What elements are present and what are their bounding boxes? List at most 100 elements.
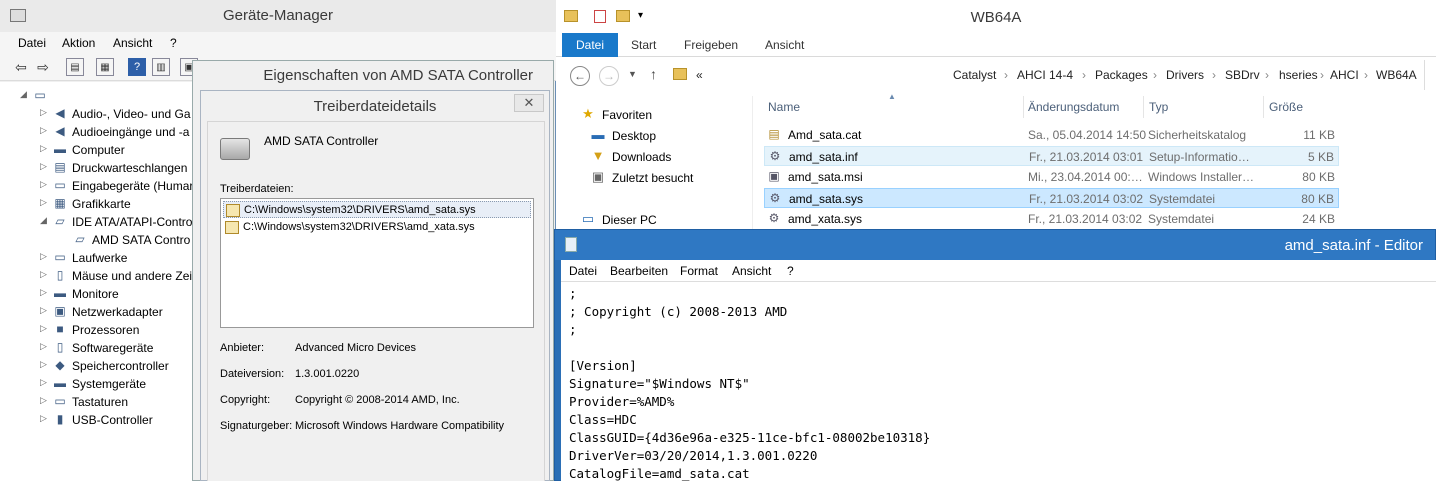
- tab-datei[interactable]: Datei: [562, 33, 619, 57]
- tree-root[interactable]: ◢ ▭: [20, 87, 60, 105]
- driver-files-list[interactable]: C:\Windows\system32\DRIVERS\amd_sata.sys…: [220, 198, 534, 328]
- file-row[interactable]: ▤ Amd_sata.cat Sa., 05.04.2014 14:50 Sic…: [764, 125, 1339, 145]
- breadcrumb-sbdrv[interactable]: SBDrv: [1225, 68, 1260, 82]
- keyboard-icon: ▭: [54, 178, 66, 192]
- tree-item[interactable]: ▷ ▬ Computer: [40, 141, 195, 159]
- notepad-text-area[interactable]: ; ; Copyright (c) 2008-2013 AMD ; [Versi…: [561, 282, 1436, 481]
- forward-arrow-icon[interactable]: ⇨: [34, 58, 52, 76]
- text-line: Class=HDC: [569, 412, 637, 427]
- tree-item[interactable]: ▷ ▭ Eingabegeräte (Humar: [40, 177, 195, 195]
- tree-item[interactable]: ▷ ◀ Audioeingänge und -a: [40, 123, 195, 141]
- monitor-icon: ▬: [54, 286, 66, 300]
- tree-item-label: Eingabegeräte (Humar: [72, 179, 194, 193]
- close-button[interactable]: ✕: [514, 94, 544, 112]
- tree-item[interactable]: ▷ ▭ Tastaturen: [40, 393, 195, 411]
- expand-arrow-icon[interactable]: ▷: [40, 287, 50, 298]
- collapse-arrow-icon[interactable]: ◢: [20, 89, 30, 100]
- back-arrow-icon[interactable]: ⇦: [12, 58, 30, 76]
- text-line: ;: [569, 322, 577, 337]
- tree-view-icon[interactable]: ▤: [66, 58, 84, 76]
- expand-arrow-icon[interactable]: ▷: [40, 305, 50, 316]
- tree-item[interactable]: ▷ ◆ Speichercontroller: [40, 357, 195, 375]
- expand-arrow-icon[interactable]: ▷: [40, 413, 50, 424]
- menu-datei[interactable]: Datei: [569, 264, 597, 278]
- properties-icon[interactable]: ▦: [96, 58, 114, 76]
- menu-help[interactable]: ?: [170, 36, 177, 50]
- network-icon: ▣: [54, 304, 66, 318]
- tree-item[interactable]: ▷ ▭ Laufwerke: [40, 249, 195, 267]
- help-icon[interactable]: ?: [128, 58, 146, 76]
- back-icon[interactable]: ←: [570, 66, 590, 86]
- properties-dialog-title: Eigenschaften von AMD SATA Controller: [263, 67, 533, 84]
- tree-item[interactable]: ▷ ▬ Systemgeräte: [40, 375, 195, 393]
- menu-ansicht[interactable]: Ansicht: [732, 264, 771, 278]
- collapse-arrow-icon[interactable]: ◢: [40, 215, 50, 226]
- ribbon-tabs: Datei Start Freigeben Ansicht: [556, 33, 1436, 57]
- expand-arrow-icon[interactable]: ▷: [40, 269, 50, 280]
- column-size[interactable]: Größe: [1269, 100, 1303, 114]
- tree-item[interactable]: ◢ ▱ IDE ATA/ATAPI-Contro: [40, 213, 195, 231]
- signer-label: Signaturgeber:: [220, 420, 293, 432]
- expand-arrow-icon[interactable]: ▷: [40, 359, 50, 370]
- up-arrow-icon[interactable]: ↑: [650, 66, 657, 82]
- tree-item[interactable]: ▷ ▦ Grafikkarte: [40, 195, 195, 213]
- menu-ansicht[interactable]: Ansicht: [113, 36, 152, 50]
- expand-arrow-icon[interactable]: ▷: [40, 161, 50, 172]
- breadcrumb-drivers[interactable]: Drivers: [1166, 68, 1204, 82]
- menu-aktion[interactable]: Aktion: [62, 36, 95, 50]
- tree-item[interactable]: ▷ ▮ USB-Controller: [40, 411, 195, 429]
- expand-arrow-icon[interactable]: ▷: [40, 377, 50, 388]
- file-row[interactable]: ▣ amd_sata.msi Mi., 23.04.2014 00:… Wind…: [764, 167, 1339, 187]
- file-version-value: 1.3.001.0220: [295, 368, 360, 380]
- breadcrumb-ahci-14-4[interactable]: AHCI 14-4: [1017, 68, 1073, 82]
- column-type[interactable]: Typ: [1149, 100, 1168, 114]
- file-row[interactable]: ⚙ amd_sata.inf Fr., 21.03.2014 03:01 Set…: [764, 146, 1339, 166]
- tree-item[interactable]: ▱ AMD SATA Contro: [60, 231, 195, 249]
- breadcrumb-packages[interactable]: Packages: [1095, 68, 1148, 82]
- file-row[interactable]: ⚙ amd_sata.sys Fr., 21.03.2014 03:02 Sys…: [764, 188, 1339, 208]
- software-device-icon: ▯: [56, 340, 64, 354]
- tree-item[interactable]: ▷ ▤ Druckwarteschlangen: [40, 159, 195, 177]
- tree-item[interactable]: ▷ ▣ Netzwerkadapter: [40, 303, 195, 321]
- expand-arrow-icon[interactable]: ▷: [40, 179, 50, 190]
- tab-freigeben[interactable]: Freigeben: [684, 33, 738, 57]
- tab-ansicht[interactable]: Ansicht: [765, 33, 804, 57]
- column-date[interactable]: Änderungsdatum: [1028, 100, 1119, 114]
- tree-item[interactable]: ▷ ▯ Softwaregeräte: [40, 339, 195, 357]
- expand-arrow-icon[interactable]: ▷: [40, 341, 50, 352]
- tree-item[interactable]: ▷ ▬ Monitore: [40, 285, 195, 303]
- tree-item[interactable]: ▷ ◀ Audio-, Video- und Ga: [40, 105, 195, 123]
- column-name[interactable]: Name: [768, 100, 800, 114]
- expand-arrow-icon[interactable]: ▷: [40, 143, 50, 154]
- breadcrumb-catalyst[interactable]: Catalyst: [953, 68, 996, 82]
- driver-file-row[interactable]: C:\Windows\system32\DRIVERS\amd_sata.sys: [223, 201, 531, 218]
- sys-file-icon: ⚙: [769, 191, 781, 205]
- menu-datei[interactable]: Datei: [18, 36, 46, 50]
- menu-help[interactable]: ?: [787, 264, 794, 278]
- breadcrumb-hseries[interactable]: hseries: [1279, 68, 1318, 82]
- expand-arrow-icon[interactable]: ▷: [40, 125, 50, 136]
- expand-arrow-icon[interactable]: ▷: [40, 323, 50, 334]
- breadcrumb-ahci[interactable]: AHCI: [1330, 68, 1359, 82]
- menu-format[interactable]: Format: [680, 264, 718, 278]
- breadcrumb-wb64a[interactable]: WB64A: [1376, 68, 1417, 82]
- tree-item[interactable]: ▷ ▯ Mäuse und andere Zei: [40, 267, 195, 285]
- forward-icon[interactable]: →: [599, 66, 619, 86]
- expand-arrow-icon[interactable]: ▷: [40, 251, 50, 262]
- breadcrumb-overflow[interactable]: «: [696, 68, 703, 82]
- sys-file-icon: ⚙: [768, 211, 780, 225]
- tree-item[interactable]: ▷ ■ Prozessoren: [40, 321, 195, 339]
- recent-locations-icon[interactable]: ▼: [628, 69, 637, 79]
- driver-file-row[interactable]: C:\Windows\system32\DRIVERS\amd_xata.sys: [223, 219, 531, 236]
- tab-start[interactable]: Start: [631, 33, 656, 57]
- show-hidden-icon[interactable]: ▥: [152, 58, 170, 76]
- expand-arrow-icon[interactable]: ▷: [40, 395, 50, 406]
- text-line: ClassGUID={4d36e96a-e325-11ce-bfc1-08002…: [569, 430, 931, 445]
- menu-bearbeiten[interactable]: Bearbeiten: [610, 264, 668, 278]
- expand-arrow-icon[interactable]: ▷: [40, 107, 50, 118]
- file-row[interactable]: ⚙ amd_xata.sys Fr., 21.03.2014 03:02 Sys…: [764, 209, 1339, 229]
- usb-icon: ▮: [56, 412, 64, 426]
- controller-icon: ▱: [55, 214, 65, 228]
- expand-arrow-icon[interactable]: ▷: [40, 197, 50, 208]
- driver-details-dialog: Treiberdateidetails ✕ AMD SATA Controlle…: [200, 90, 550, 481]
